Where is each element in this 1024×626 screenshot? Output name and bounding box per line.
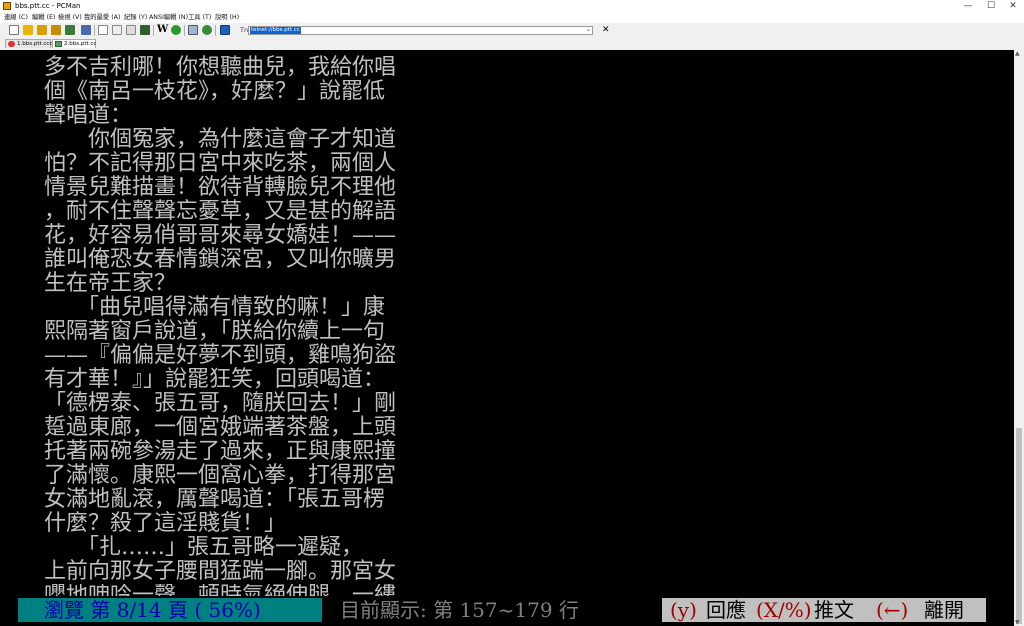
vertical-scrollbar[interactable]: ▲ ▼ [1014, 50, 1024, 626]
disconnected-icon [8, 41, 15, 47]
terminal-line: 生在帝王家？ [44, 271, 177, 296]
terminal-line: ——『偏偏是好夢不到頭，雞鳴狗盜 [44, 343, 397, 368]
antivirus-icon[interactable] [171, 25, 181, 35]
menu-ansi-edit[interactable]: ANSI編輯 (N) [149, 12, 188, 23]
connected-icon [55, 41, 62, 47]
menu-history[interactable]: 紀錄 (Y) [124, 12, 147, 23]
terminal-line: 「扎……」張五哥略一遲疑， [44, 535, 364, 560]
new-connection-icon[interactable] [9, 25, 19, 35]
terminal-line: 情景兒難描畫！欲待背轉臉兒不理他 [44, 175, 397, 200]
menu-connect[interactable]: 連線 (C) [4, 12, 28, 23]
terminal-line: 熙隔著窗戶說道，「朕給你續上一句 [44, 319, 386, 344]
terminal-line: 了滿懷。康熙一個窩心拳，打得那宮 [44, 463, 397, 488]
address-value: telnet://bbs.ptt.cc [250, 27, 301, 34]
terminal-line: 托著兩碗參湯走了過來，正與康熙撞 [44, 439, 397, 464]
scroll-up-icon[interactable]: ▲ [1015, 50, 1020, 57]
copy-icon[interactable] [98, 25, 108, 35]
keyboard-icon[interactable] [188, 25, 198, 35]
menu-edit[interactable]: 編輯 (E) [32, 12, 56, 23]
menu-help[interactable]: 說明 (H) [215, 12, 239, 23]
copy-with-color-icon[interactable] [126, 25, 136, 35]
chevron-down-icon[interactable]: ⌄ [586, 26, 591, 33]
terminal-line: 多不吉利哪！你想聽曲兒，我給你唱 [44, 55, 397, 80]
terminal-line: ，耐不住聲聲忘憂草，又是甚的解語 [44, 199, 397, 224]
tab-connection-2[interactable]: 2.bbs.ptt.cc [52, 39, 96, 48]
push-key-hint: (X/%) [756, 598, 814, 622]
tab-bar: 1.bbs.ptt.ccc 2.bbs.ptt.cc [0, 38, 1024, 49]
minimize-button[interactable]: — [957, 0, 979, 12]
quick-connect-icon[interactable] [51, 25, 61, 35]
leave-key-hint: (←) [876, 598, 924, 622]
terminal-line: 「曲兒唱得滿有情致的嘛！」康 [44, 295, 386, 320]
terminal-line: 怕？不記得那日宮中來吃茶，兩個人 [44, 151, 397, 176]
menu-view[interactable]: 檢視 (V) [58, 12, 82, 23]
maximize-button[interactable]: ☐ [980, 0, 1002, 12]
terminal-line: 個《南呂一枝花》，好麼？」說罷低 [44, 79, 386, 104]
terminal-line: 嚶地呻吟一聲，頓時氣絕伸腿，一縷 [44, 584, 396, 596]
scrollbar-thumb[interactable] [1016, 428, 1022, 624]
terminal-line: 「德楞泰、張五哥，隨朕回去！」剛 [44, 391, 397, 416]
terminal-line: 你個冤家，為什麼這會子才知道 [44, 127, 397, 152]
reply-label: 回應 [706, 598, 756, 622]
terminal-line: 誰叫俺恐女春情鎖深宮，又叫你曠男 [44, 247, 397, 272]
about-icon[interactable] [220, 25, 230, 35]
address-input[interactable]: telnet://bbs.ptt.cc ⌄ [248, 26, 593, 35]
terminal-line: 上前向那女子腰間猛踹一腳。那宮女 [44, 559, 397, 584]
terminal-screen[interactable]: 多不吉利哪！你想聽曲兒，我給你唱 個《南呂一枝花》，好麼？」說罷低 聲唱道： 你… [0, 50, 1014, 626]
terminal-line: 女滿地亂滾，厲聲喝道：「張五哥楞 [44, 487, 386, 512]
favorites-icon[interactable] [65, 25, 75, 35]
tab-label: 1.bbs.ptt.ccc [17, 41, 53, 47]
menu-bar: 連線 (C) 編輯 (E) 檢視 (V) 我的最愛 (A) 紀錄 (Y) ANS… [0, 12, 1024, 23]
settings-gear-icon[interactable] [202, 25, 212, 35]
title-bar: bbs.ptt.cc - PCMan — ☐ ✕ [0, 0, 1024, 12]
terminal-line: 有才華！』」說罷狂笑，回頭喝道： [44, 367, 386, 392]
page-progress-status: 瀏覽 第 8/14 頁 ( 56%) [18, 598, 322, 622]
close-window-button[interactable]: ✕ [1002, 0, 1024, 12]
push-label: 推文 [814, 598, 876, 622]
toolbar: W Tn telnet://bbs.ptt.cc ⌄ [0, 23, 1024, 39]
terminal-line: 花，好容易俏哥哥來尋女嬌娃！—— [44, 223, 397, 248]
paste-icon[interactable] [112, 25, 122, 35]
menu-favorites[interactable]: 我的最愛 (A) [84, 12, 120, 23]
line-range-status: 目前顯示: 第 157~179 行 [322, 598, 662, 622]
pin-icon[interactable] [81, 25, 91, 35]
address-label: Tn [240, 26, 249, 34]
reconnect-icon[interactable] [23, 25, 33, 35]
download-icon[interactable] [140, 25, 150, 35]
pcman-app-icon [3, 2, 11, 10]
leave-label: 離開 [924, 598, 986, 622]
terminal-line: 聲唱道： [44, 103, 133, 128]
window-title: bbs.ptt.cc - PCMan [15, 2, 81, 10]
tab-label: 2.bbs.ptt.cc [64, 41, 97, 47]
disconnect-icon[interactable] [37, 25, 47, 35]
reply-key-hint: (y) [662, 598, 706, 622]
wikipedia-icon[interactable]: W [157, 25, 168, 35]
status-bar: 瀏覽 第 8/14 頁 ( 56%) 目前顯示: 第 157~179 行 (y)… [0, 598, 1014, 622]
scroll-down-icon[interactable]: ▼ [1015, 619, 1020, 626]
close-tab-icon[interactable]: ✕ [602, 24, 610, 36]
terminal-line: 什麼？殺了這淫賤貨！」 [44, 511, 287, 536]
menu-tools[interactable]: 工具 (T) [188, 12, 211, 23]
terminal-line: 踅過東廊，一個宮娥端著茶盤，上頭 [44, 415, 397, 440]
tab-connection-1[interactable]: 1.bbs.ptt.ccc [5, 39, 53, 48]
